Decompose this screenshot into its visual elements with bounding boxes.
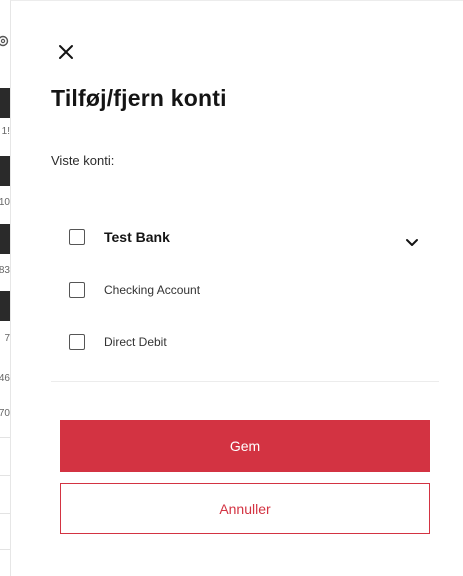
background-row-bar xyxy=(0,156,10,186)
expand-accounts-button[interactable] xyxy=(404,235,420,251)
save-button[interactable]: Gem xyxy=(60,420,430,472)
background-divider xyxy=(0,513,10,514)
gear-icon xyxy=(0,35,9,47)
account-item-direct-debit[interactable]: Direct Debit xyxy=(69,334,167,350)
chevron-down-icon xyxy=(406,239,418,246)
cancel-button[interactable]: Annuller xyxy=(60,483,430,534)
background-number: 46 xyxy=(0,373,10,384)
background-row-bar xyxy=(0,224,10,254)
background-row-bar xyxy=(0,88,10,118)
background-number: 10 xyxy=(0,197,10,208)
background-row-bar xyxy=(0,291,10,321)
checking-account-checkbox[interactable] xyxy=(69,282,85,298)
test-bank-checkbox[interactable] xyxy=(69,229,85,245)
background-number: 70 xyxy=(0,408,10,419)
background-number: 83 xyxy=(0,265,10,276)
account-group-test-bank[interactable]: Test Bank xyxy=(69,229,170,245)
account-selection-dialog: Tilføj/fjern konti Viste konti: Test Ban… xyxy=(10,0,463,576)
background-app-strip: 1! 10 83 7 46 70 xyxy=(0,0,10,576)
page: 1! 10 83 7 46 70 Tilføj/fjern konti Vist… xyxy=(0,0,463,576)
divider xyxy=(51,381,439,382)
background-number: 7 xyxy=(4,333,10,344)
direct-debit-checkbox[interactable] xyxy=(69,334,85,350)
shown-accounts-label: Viste konti: xyxy=(51,153,115,168)
background-divider xyxy=(0,475,10,476)
close-button[interactable] xyxy=(55,41,77,63)
account-item-label: Direct Debit xyxy=(104,335,167,349)
background-divider xyxy=(0,437,10,438)
account-group-label: Test Bank xyxy=(104,229,170,245)
close-icon xyxy=(59,45,73,59)
dialog-title: Tilføj/fjern konti xyxy=(51,85,227,111)
account-item-label: Checking Account xyxy=(104,283,201,297)
background-divider xyxy=(0,549,10,550)
background-number: 1! xyxy=(1,126,10,137)
account-item-checking[interactable]: Checking Account xyxy=(69,282,200,298)
